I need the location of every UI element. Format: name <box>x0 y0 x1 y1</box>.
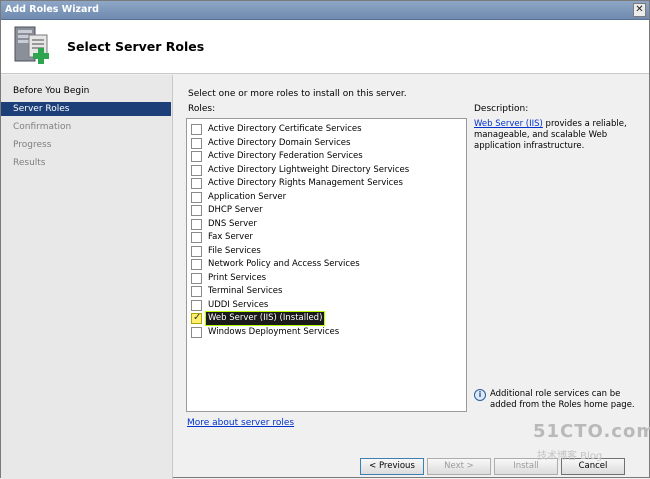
role-checkbox[interactable] <box>191 245 202 257</box>
description-text: Web Server (IIS) provides a reliable, ma… <box>474 119 644 152</box>
role-item[interactable]: Terminal Services <box>191 285 463 298</box>
nav-item-results: Results <box>13 158 46 168</box>
role-label: Windows Deployment Services <box>208 326 340 337</box>
role-item[interactable]: Network Policy and Access Services <box>191 258 463 271</box>
role-item[interactable]: Active Directory Lightweight Directory S… <box>191 164 463 177</box>
main-content: Select one or more roles to install on t… <box>174 75 649 455</box>
role-label: Active Directory Rights Management Servi… <box>208 178 403 188</box>
role-item[interactable]: Windows Deployment Services <box>191 326 463 339</box>
role-item[interactable]: Fax Server <box>191 231 463 244</box>
next-button: Next > <box>427 458 491 475</box>
role-checkbox[interactable] <box>191 191 202 203</box>
role-item-web-server[interactable]: Web Server (IIS) (Installed) <box>191 311 463 326</box>
role-checkbox[interactable] <box>191 164 202 176</box>
nav-item-progress: Progress <box>13 140 52 150</box>
role-label: Terminal Services <box>208 286 283 296</box>
role-checkbox[interactable] <box>191 137 202 149</box>
nav-item-server-roles[interactable]: Server Roles <box>1 102 171 116</box>
role-checkbox[interactable] <box>191 218 202 230</box>
role-item[interactable]: Print Services <box>191 272 463 285</box>
description-link[interactable]: Web Server (IIS) <box>474 119 543 129</box>
role-checkbox[interactable] <box>191 205 202 216</box>
title-bar[interactable]: Add Roles Wizard ✕ <box>1 1 649 20</box>
role-label: DHCP Server <box>208 205 263 215</box>
role-label: Web Server (IIS) (Installed) <box>204 311 326 326</box>
role-item[interactable]: File Services <box>191 245 463 258</box>
role-checkbox[interactable] <box>191 151 202 162</box>
role-item[interactable]: DNS Server <box>191 218 463 231</box>
role-checkbox[interactable] <box>191 124 202 135</box>
roles-list: Active Directory Certificate Services Ac… <box>186 118 467 412</box>
instruction-text: Select one or more roles to install on t… <box>188 89 407 99</box>
role-label: Print Services <box>208 272 267 283</box>
role-item[interactable]: Active Directory Rights Management Servi… <box>191 177 463 190</box>
watermark-logo: 51CTO.com <box>533 421 650 442</box>
role-label: Fax Server <box>208 232 253 242</box>
previous-button[interactable]: < Previous <box>360 458 424 475</box>
role-item[interactable]: DHCP Server <box>191 204 463 217</box>
description-title: Description: <box>474 104 529 114</box>
role-checkbox[interactable] <box>191 272 202 284</box>
role-label: UDDI Services <box>208 299 269 310</box>
role-label: File Services <box>208 245 261 256</box>
role-item[interactable]: Active Directory Domain Services <box>191 137 463 150</box>
role-item[interactable]: UDDI Services <box>191 299 463 312</box>
role-item[interactable]: Active Directory Federation Services <box>191 150 463 163</box>
add-roles-wizard-window: Add Roles Wizard ✕ Select Server Roles B… <box>0 0 650 479</box>
role-item[interactable]: Application Server <box>191 191 463 204</box>
role-item[interactable]: Active Directory Certificate Services <box>191 123 463 136</box>
info-text: Additional role services can be added fr… <box>490 389 635 410</box>
window-title: Add Roles Wizard <box>5 4 99 15</box>
close-button[interactable]: ✕ <box>633 3 646 17</box>
role-label: DNS Server <box>208 218 257 229</box>
more-about-server-roles-link[interactable]: More about server roles <box>187 418 294 428</box>
role-checkbox[interactable] <box>191 232 202 243</box>
role-checkbox[interactable] <box>191 299 202 311</box>
role-label: Application Server <box>208 191 287 202</box>
role-label: Network Policy and Access Services <box>208 259 360 269</box>
roles-label: Roles: <box>188 104 216 114</box>
wizard-header: Select Server Roles <box>1 20 649 74</box>
role-label: Active Directory Federation Services <box>208 151 363 161</box>
role-checkbox[interactable] <box>191 326 202 338</box>
watermark-subtitle: 技术博客 Blog <box>537 451 603 462</box>
role-checkbox[interactable] <box>191 286 202 297</box>
page-title: Select Server Roles <box>67 39 205 54</box>
role-label: Active Directory Certificate Services <box>208 124 362 134</box>
role-checkbox[interactable] <box>191 178 202 189</box>
info-icon: i <box>474 389 486 401</box>
role-label: Active Directory Domain Services <box>208 137 351 148</box>
wizard-nav-pane: Before You Begin Server Roles Confirmati… <box>1 75 173 479</box>
nav-item-confirmation: Confirmation <box>13 122 72 132</box>
role-checkbox-checked[interactable] <box>191 312 202 324</box>
server-roles-icon <box>14 26 49 64</box>
role-checkbox[interactable] <box>191 259 202 270</box>
role-label: Active Directory Lightweight Directory S… <box>208 164 410 175</box>
nav-item-before-you-begin[interactable]: Before You Begin <box>1 84 171 98</box>
